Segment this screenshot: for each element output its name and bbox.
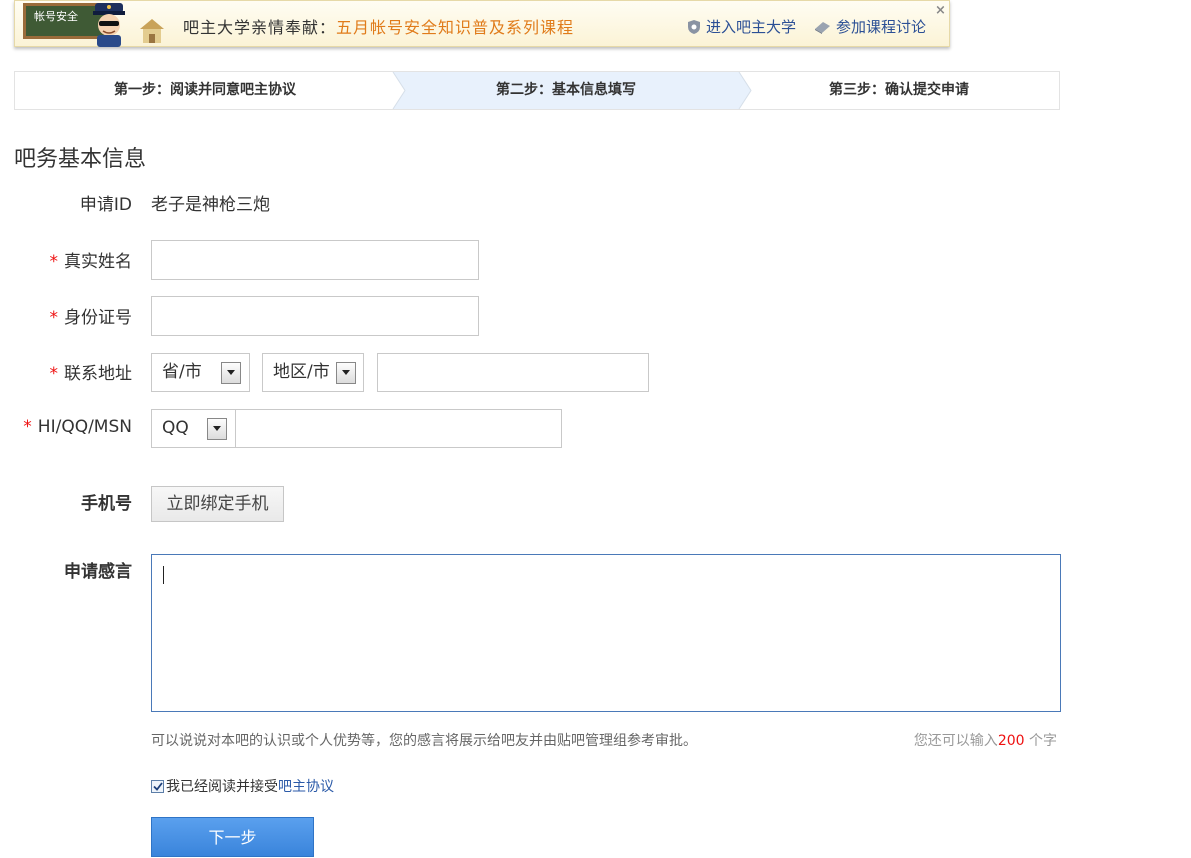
bind-phone-button[interactable]: 立即绑定手机 <box>151 486 284 522</box>
banner-title-highlight: 五月帐号安全知识普及系列课程 <box>336 18 575 37</box>
dropdown-arrow-icon <box>221 362 241 384</box>
id-card-label: * 身份证号 <box>50 303 133 328</box>
char-counter: 您还可以输入200 个字 <box>914 730 1057 750</box>
next-step-button[interactable]: 下一步 <box>151 817 314 857</box>
enter-university-label: 进入吧主大学 <box>706 18 797 36</box>
shield-icon <box>688 19 700 34</box>
im-type-select[interactable]: QQ <box>151 409 236 448</box>
step-1: 第一步：阅读并同意吧主协议 <box>114 82 296 98</box>
id-card-input[interactable] <box>151 296 479 336</box>
counter-value: 200 <box>997 733 1025 749</box>
apply-id-label: 申请ID <box>80 190 132 215</box>
agree-row: 我已经阅读并接受 吧主协议 <box>151 776 334 796</box>
book-icon <box>815 21 830 34</box>
counter-prefix: 您还可以输入 <box>913 733 998 749</box>
required-mark: * <box>49 252 59 272</box>
counter-suffix: 个字 <box>1024 733 1057 749</box>
text-caret <box>163 566 164 584</box>
phone-label-text: 手机号 <box>81 494 132 514</box>
id-card-label-text: 身份证号 <box>64 308 132 328</box>
remark-textarea[interactable] <box>151 554 1061 712</box>
apply-id-label-text: 申请ID <box>79 195 132 215</box>
address-label: * 联系地址 <box>50 359 133 384</box>
close-banner-icon[interactable]: × <box>935 3 946 18</box>
im-label-text: HI/QQ/MSN <box>37 417 132 437</box>
banner-title: 吧主大学亲情奉献：五月帐号安全知识普及系列课程 <box>183 14 574 38</box>
real-name-input[interactable] <box>151 240 479 280</box>
checkmark-icon <box>152 781 163 791</box>
police-mascot-icon <box>93 3 125 47</box>
section-title: 吧务基本信息 <box>14 147 147 172</box>
step-2-active: 第二步：基本信息填写 <box>496 82 636 98</box>
enter-university-link[interactable]: 进入吧主大学 <box>687 16 796 37</box>
progress-steps: 第一步：阅读并同意吧主协议 第二步：基本信息填写 第三步：确认提交申请 <box>14 71 1060 110</box>
apply-id-value: 老子是神枪三炮 <box>151 195 270 215</box>
required-mark: * <box>23 417 32 437</box>
address-label-text: 联系地址 <box>64 364 132 384</box>
city-select-value: 地区/市 <box>273 362 330 382</box>
house-icon <box>140 19 164 43</box>
banner-title-prefix: 吧主大学亲情奉献： <box>183 18 337 37</box>
required-mark: * <box>49 364 59 384</box>
owner-agreement-link[interactable]: 吧主协议 <box>278 776 334 796</box>
province-select[interactable]: 省/市 <box>151 353 250 392</box>
phone-label: 手机号 <box>81 489 132 514</box>
remark-label-text: 申请感言 <box>64 562 132 582</box>
remark-hint: 可以说说对本吧的认识或个人优势等，您的感言将展示给吧友并由贴吧管理组参考审批。 <box>151 733 697 749</box>
city-select[interactable]: 地区/市 <box>262 353 364 392</box>
remark-label: 申请感言 <box>64 557 132 582</box>
join-discussion-link[interactable]: 参加课程讨论 <box>813 16 926 37</box>
join-discussion-label: 参加课程讨论 <box>836 18 927 36</box>
badge-text: 帐号安全 <box>34 10 78 23</box>
im-label: * HI/QQ/MSN <box>23 417 132 437</box>
dropdown-arrow-icon <box>336 362 356 384</box>
im-type-select-value: QQ <box>162 418 189 438</box>
real-name-label: * 真实姓名 <box>50 247 133 272</box>
step-3: 第三步：确认提交申请 <box>829 82 969 98</box>
address-detail-input[interactable] <box>377 353 649 392</box>
agree-checkbox[interactable] <box>151 779 164 793</box>
announcement-banner: 帐号安全 吧主大学亲情奉献：五月帐号安全知识普及系列课程 进入吧主大学 参加课程… <box>14 0 950 47</box>
required-mark: * <box>49 308 59 328</box>
dropdown-arrow-icon <box>207 418 227 440</box>
agree-text: 我已经阅读并接受 <box>166 779 278 795</box>
province-select-value: 省/市 <box>162 362 202 382</box>
real-name-label-text: 真实姓名 <box>64 252 132 272</box>
im-account-input[interactable] <box>235 409 562 448</box>
